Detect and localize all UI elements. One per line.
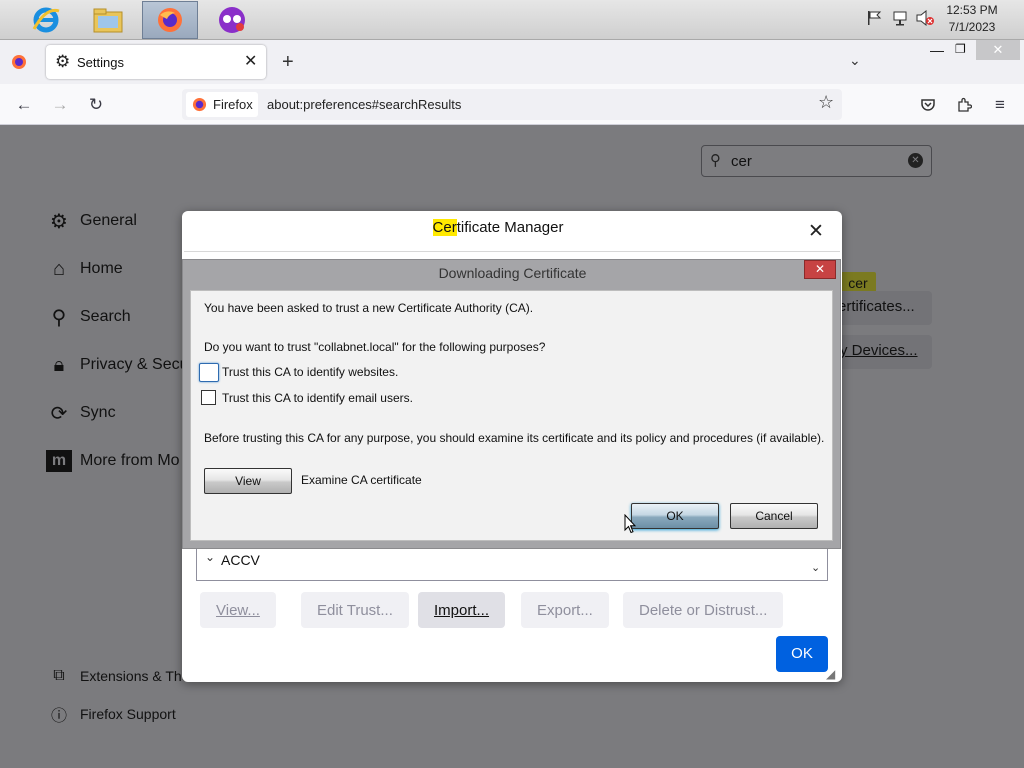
question-text: Do you want to trust "collabnet.local" f… bbox=[204, 340, 546, 354]
search-icon: ⚲ bbox=[51, 306, 67, 329]
sidebar-item-label: Home bbox=[80, 260, 123, 277]
identity-label: Firefox bbox=[213, 97, 253, 112]
mouse-cursor-icon bbox=[624, 513, 637, 539]
bookmark-star-icon[interactable]: ☆ bbox=[818, 92, 834, 113]
url-text[interactable]: about:preferences#searchResults bbox=[267, 97, 461, 112]
title-highlight: Cer bbox=[432, 219, 457, 236]
pocket-icon[interactable] bbox=[916, 93, 940, 117]
new-tab-icon[interactable]: + bbox=[282, 51, 294, 74]
sidebar-item-label: More from Mo bbox=[80, 452, 180, 469]
mozilla-icon: m bbox=[46, 450, 72, 472]
list-all-tabs-chevron-icon[interactable]: ⌄ bbox=[849, 52, 861, 69]
sidebar-item-label: Extensions & The bbox=[80, 668, 190, 684]
search-input-value: cer bbox=[731, 153, 752, 170]
export-button[interactable]: Export... bbox=[521, 592, 609, 628]
sidebar-item-label: General bbox=[80, 212, 137, 229]
search-icon: ⚲ bbox=[710, 152, 721, 169]
downloading-certificate-body: You have been asked to trust a new Certi… bbox=[190, 290, 833, 541]
url-bar[interactable]: Firefox about:preferences#searchResults … bbox=[182, 89, 842, 120]
dialog-ok-button[interactable]: OK bbox=[631, 503, 719, 529]
trust-websites-label[interactable]: Trust this CA to identify websites. bbox=[222, 365, 398, 379]
dialog-title: Downloading Certificate bbox=[438, 265, 587, 281]
resize-grip-icon[interactable]: ◢ bbox=[826, 667, 835, 681]
tab-close-icon[interactable]: ✕ bbox=[244, 51, 257, 71]
import-button[interactable]: Import... bbox=[418, 592, 506, 628]
lock-icon: 🔒︎ bbox=[53, 353, 65, 376]
dialog-close-icon[interactable]: ✕ bbox=[804, 260, 836, 279]
system-clock[interactable]: 12:53 PM 7/1/2023 bbox=[942, 2, 1002, 36]
scroll-down-icon[interactable]: ⌄ bbox=[811, 561, 820, 574]
security-devices-button[interactable]: y Devices... bbox=[836, 335, 932, 369]
puzzle-icon: ⧉ bbox=[53, 667, 65, 684]
reload-icon[interactable]: ↻ bbox=[84, 93, 108, 117]
dialog-cancel-button[interactable]: Cancel bbox=[730, 503, 818, 529]
dialog-title: Certificate Manager bbox=[182, 219, 814, 236]
window-close-icon[interactable]: ✕ bbox=[976, 40, 1020, 60]
restore-icon[interactable]: ❐ bbox=[955, 42, 966, 56]
delete-or-distrust-button[interactable]: Delete or Distrust... bbox=[623, 592, 784, 628]
file-explorer-icon[interactable] bbox=[80, 1, 136, 39]
sidebar-item-label: Sync bbox=[80, 404, 116, 421]
sidebar-item-label: Firefox Support bbox=[80, 706, 176, 722]
extensions-puzzle-icon[interactable] bbox=[952, 93, 976, 117]
internet-explorer-icon[interactable] bbox=[18, 1, 74, 39]
help-icon: ⓘ bbox=[50, 708, 67, 725]
expand-chevron-icon[interactable]: ⌄ bbox=[205, 550, 215, 564]
view-certificates-button[interactable]: ertificates... bbox=[836, 291, 932, 325]
edit-trust-button[interactable]: Edit Trust... bbox=[301, 592, 409, 628]
certificate-list[interactable]: ⌄ ACCV ⌄ bbox=[196, 545, 828, 581]
sidebar-item-label: Search bbox=[80, 308, 131, 325]
view-button[interactable]: View... bbox=[200, 592, 276, 628]
taskbar: 12:53 PM 7/1/2023 bbox=[0, 0, 1024, 40]
sync-icon: ⟳ bbox=[50, 402, 68, 425]
app-menu-icon[interactable]: ≡ bbox=[988, 93, 1012, 117]
view-certificate-button[interactable]: View bbox=[204, 468, 292, 494]
firefox-view-icon[interactable] bbox=[11, 54, 27, 75]
clock-date: 7/1/2023 bbox=[948, 20, 996, 34]
gear-icon: ⚙ bbox=[50, 210, 68, 233]
ok-button[interactable]: OK bbox=[776, 636, 828, 672]
home-icon: ⌂ bbox=[52, 257, 66, 280]
trust-websites-checkbox[interactable] bbox=[199, 363, 219, 382]
sidebar-item-label: Privacy & Secu bbox=[80, 356, 189, 373]
trust-email-label[interactable]: Trust this CA to identify email users. bbox=[222, 391, 413, 405]
dialog-close-icon[interactable]: ✕ bbox=[808, 220, 824, 243]
forward-icon[interactable]: → bbox=[48, 93, 72, 117]
network-icon[interactable] bbox=[892, 10, 908, 26]
view-certificate-description: Examine CA certificate bbox=[301, 473, 422, 487]
gear-icon: ⚙ bbox=[55, 52, 71, 71]
sidebar-item-firefox-support[interactable]: ⓘ Firefox Support bbox=[46, 698, 226, 730]
back-icon[interactable]: ← bbox=[12, 93, 36, 117]
tab-settings[interactable]: ⚙ Settings ✕ bbox=[46, 45, 266, 79]
tab-title: Settings bbox=[77, 55, 124, 70]
volume-muted-icon[interactable] bbox=[916, 9, 934, 27]
trust-email-checkbox[interactable] bbox=[201, 390, 216, 405]
firefox-icon bbox=[192, 97, 207, 112]
settings-search-input[interactable]: ⚲ cer ✕ bbox=[701, 145, 932, 177]
identity-box[interactable]: Firefox bbox=[186, 92, 258, 117]
clear-search-icon[interactable]: ✕ bbox=[908, 153, 923, 168]
warning-text: Before trusting this CA for any purpose,… bbox=[204, 431, 825, 445]
intro-text: You have been asked to trust a new Certi… bbox=[204, 301, 534, 315]
clock-time: 12:53 PM bbox=[946, 3, 998, 17]
flag-icon[interactable] bbox=[866, 10, 882, 26]
list-item[interactable]: ACCV bbox=[221, 552, 260, 568]
title-rest: tificate Manager bbox=[456, 219, 564, 236]
title-divider bbox=[184, 251, 840, 252]
minimize-icon[interactable]: — bbox=[930, 42, 944, 58]
firefox-taskbar-icon[interactable] bbox=[142, 1, 198, 39]
app-mask-icon[interactable] bbox=[204, 1, 260, 39]
